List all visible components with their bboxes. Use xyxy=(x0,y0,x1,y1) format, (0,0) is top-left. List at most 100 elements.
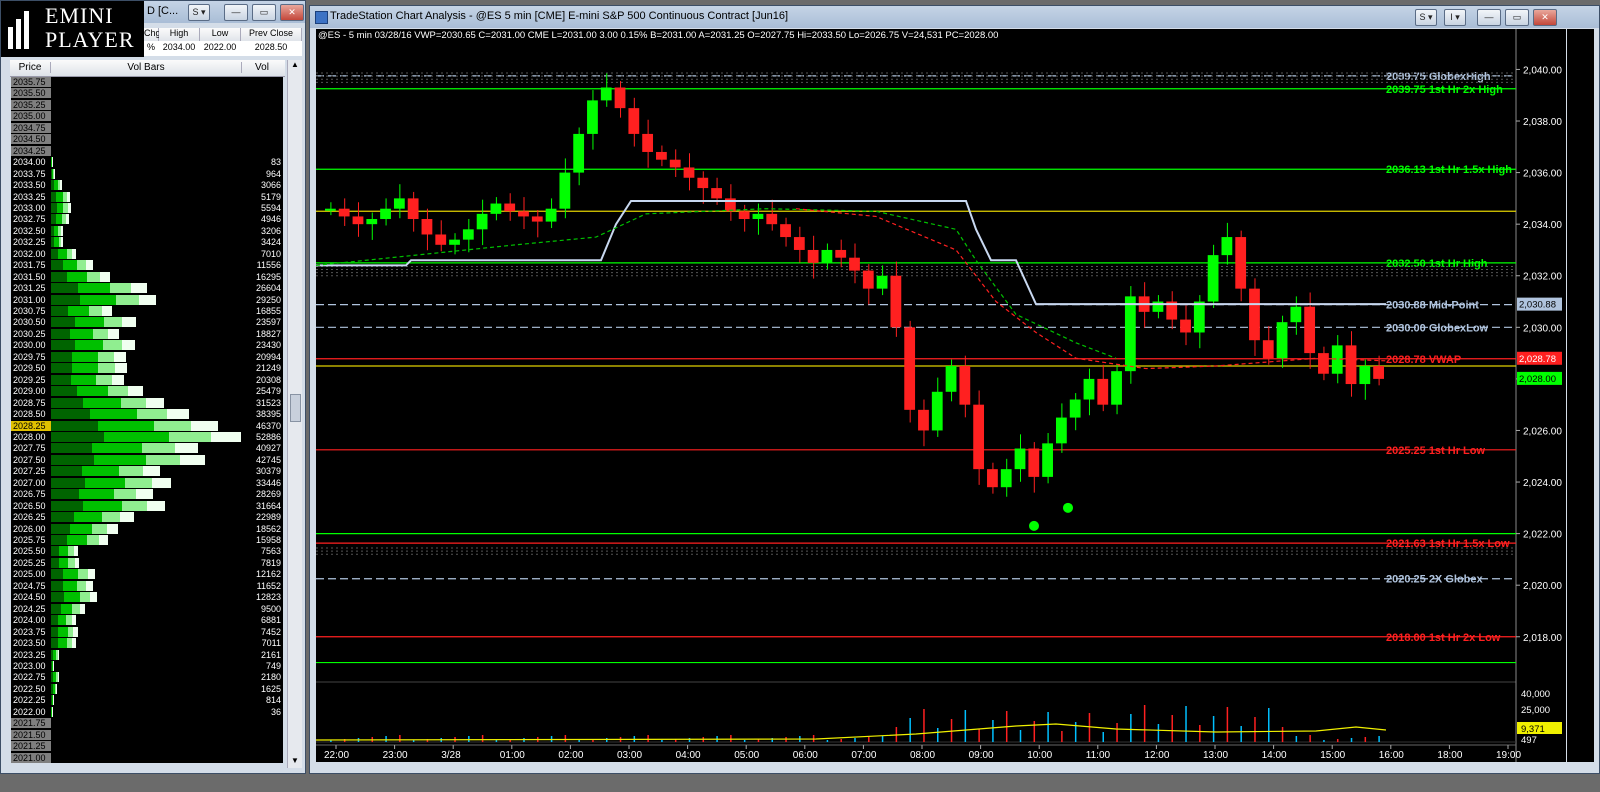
ladder-row[interactable]: 2028.25 46370 xyxy=(11,420,283,432)
ladder-row[interactable]: 2026.75 28269 xyxy=(11,489,283,500)
vol-column-header[interactable]: Vol xyxy=(242,62,282,73)
ladder-row[interactable]: 2023.75 7452 xyxy=(11,626,283,638)
ladder-row[interactable]: 2028.50 38395 xyxy=(11,409,283,420)
ladder-row[interactable]: 2021.75 xyxy=(11,718,283,729)
ladder-row[interactable]: 2031.00 29250 xyxy=(11,294,283,306)
level-label: 2018.00 1st Hr 2x Low xyxy=(1386,632,1501,644)
ladder-row[interactable]: 2033.25 5179 xyxy=(11,191,283,203)
ladder-row[interactable]: 2029.00 25479 xyxy=(11,386,283,397)
candle-body xyxy=(918,409,929,431)
ladder-price: 2021.50 xyxy=(11,729,51,740)
ladder-row[interactable]: 2032.00 7010 xyxy=(11,248,283,260)
y-tick-label: 2,036.00 xyxy=(1523,169,1562,180)
ladder-price: 2024.25 xyxy=(11,603,51,614)
ladder-row[interactable]: 2033.75 964 xyxy=(11,168,283,180)
ladder-row[interactable]: 2024.75 11652 xyxy=(11,580,283,592)
ladder-volume: 30379 xyxy=(255,466,281,477)
volume-bar-segment xyxy=(82,500,122,511)
maximize-button[interactable]: ▭ xyxy=(252,4,276,21)
ladder-row[interactable]: 2031.75 11556 xyxy=(11,260,283,271)
ladder-row[interactable]: 2029.25 20308 xyxy=(11,374,283,386)
ladder-row[interactable]: 2030.00 23430 xyxy=(11,340,283,351)
y-tick-label: 2,034.00 xyxy=(1523,220,1562,231)
ladder-row[interactable]: 2032.75 4946 xyxy=(11,214,283,225)
ladder-row[interactable]: 2031.25 26604 xyxy=(11,283,283,294)
ladder-row[interactable]: 2029.75 20994 xyxy=(11,351,283,363)
close-button[interactable]: ✕ xyxy=(280,4,304,21)
ladder-row[interactable]: 2034.25 xyxy=(11,145,283,157)
ladder-row[interactable]: 2024.50 12823 xyxy=(11,592,283,603)
ladder-row[interactable]: 2030.75 16855 xyxy=(11,306,283,317)
symbol-link-button[interactable]: S ▾ xyxy=(1415,9,1437,26)
dom-scrollbar[interactable]: ▲ ▼ xyxy=(287,60,302,768)
ladder-row[interactable]: 2028.00 52886 xyxy=(11,431,283,443)
chart-close-button[interactable]: ✕ xyxy=(1533,9,1557,26)
price-column-header[interactable]: Price xyxy=(10,62,50,73)
ladder-volume: 20308 xyxy=(255,374,281,385)
chart-minimize-button[interactable]: — xyxy=(1477,9,1501,26)
minimize-button[interactable]: — xyxy=(224,4,248,21)
volume-bar-segment xyxy=(72,603,80,614)
ladder-row[interactable]: 2027.00 33446 xyxy=(11,477,283,489)
ladder-row[interactable]: 2035.75 xyxy=(11,77,283,88)
ladder-row[interactable]: 2025.25 7819 xyxy=(11,557,283,569)
volume-bar-segment xyxy=(51,500,83,511)
ladder-row[interactable]: 2027.50 42745 xyxy=(11,454,283,466)
ladder-row[interactable]: 2022.25 814 xyxy=(11,695,283,706)
ladder-price: 2028.75 xyxy=(11,397,51,408)
volbars-column-header[interactable]: Vol Bars xyxy=(50,62,242,73)
ladder-row[interactable]: 2031.50 16295 xyxy=(11,271,283,283)
ladder-row[interactable]: 2023.25 2161 xyxy=(11,649,283,661)
ladder-row[interactable]: 2021.25 xyxy=(11,741,283,752)
ladder-row[interactable]: 2034.75 xyxy=(11,122,283,134)
dom-menu-button[interactable]: S ▾ xyxy=(188,4,210,21)
ladder-row[interactable]: 2027.25 30379 xyxy=(11,466,283,477)
ladder-volume: 31664 xyxy=(255,500,281,511)
ladder-row[interactable]: 2030.50 23597 xyxy=(11,317,283,328)
ladder-row[interactable]: 2025.00 12162 xyxy=(11,569,283,580)
ladder-row[interactable]: 2023.50 7011 xyxy=(11,638,283,649)
scroll-down-icon[interactable]: ▼ xyxy=(288,756,302,768)
ladder-row[interactable]: 2026.25 22989 xyxy=(11,512,283,523)
ladder-row[interactable]: 2021.00 xyxy=(11,752,283,763)
ladder-row[interactable]: 2033.00 5594 xyxy=(11,202,283,214)
ladder-row[interactable]: 2024.25 9500 xyxy=(11,603,283,615)
volume-profile-window: D [C... S ▾ — ▭ ✕ EMINI PLAYER Chg High … xyxy=(0,0,306,774)
candle-body xyxy=(614,87,626,109)
price-chart[interactable]: 2039.75 GlobexHigh2039.75 1st Hr 2x High… xyxy=(316,29,1566,762)
ladder-row[interactable]: 2028.75 31523 xyxy=(11,397,283,409)
ladder-row[interactable]: 2033.50 3066 xyxy=(11,180,283,191)
ladder-row[interactable]: 2026.50 31664 xyxy=(11,500,283,512)
ladder-row[interactable]: 2022.00 36 xyxy=(11,706,283,718)
ladder-row[interactable]: 2026.00 18562 xyxy=(11,523,283,535)
ladder-price: 2027.00 xyxy=(11,477,51,488)
scroll-thumb[interactable] xyxy=(290,394,301,422)
ladder-row[interactable]: 2032.50 3206 xyxy=(11,225,283,237)
ladder-price: 2026.75 xyxy=(11,489,51,500)
ladder-row[interactable]: 2022.75 2180 xyxy=(11,672,283,683)
chart-titlebar[interactable]: TradeStation Chart Analysis - @ES 5 min … xyxy=(310,6,1599,28)
ladder-row[interactable]: 2032.25 3424 xyxy=(11,237,283,248)
ladder-row[interactable]: 2021.50 xyxy=(11,729,283,741)
chart-vscroll[interactable] xyxy=(1567,29,1594,762)
chart-maximize-button[interactable]: ▭ xyxy=(1505,9,1529,26)
ladder-row[interactable]: 2024.00 6881 xyxy=(11,615,283,626)
volume-bar-segment xyxy=(114,351,127,362)
ladder-row[interactable]: 2022.50 1625 xyxy=(11,683,283,695)
ladder-row[interactable]: 2035.00 xyxy=(11,111,283,122)
ladder-row[interactable]: 2034.00 83 xyxy=(11,157,283,168)
indicator-button[interactable]: I ▾ xyxy=(1444,9,1466,26)
ladder-row[interactable]: 2023.00 749 xyxy=(11,660,283,672)
ladder-row[interactable]: 2035.50 xyxy=(11,88,283,99)
volume-bar-segment xyxy=(73,626,78,637)
volume-average-line xyxy=(316,723,1387,741)
ladder-row[interactable]: 2027.75 40927 xyxy=(11,443,283,454)
level-label: 2039.75 1st Hr 2x High xyxy=(1386,84,1503,96)
ladder-row[interactable]: 2034.50 xyxy=(11,134,283,145)
ladder-row[interactable]: 2030.25 18827 xyxy=(11,328,283,340)
ladder-row[interactable]: 2025.50 7563 xyxy=(11,546,283,557)
scroll-up-icon[interactable]: ▲ xyxy=(288,60,302,72)
ladder-row[interactable]: 2025.75 15958 xyxy=(11,535,283,546)
ladder-row[interactable]: 2029.50 21249 xyxy=(11,363,283,374)
ladder-row[interactable]: 2035.25 xyxy=(11,99,283,111)
